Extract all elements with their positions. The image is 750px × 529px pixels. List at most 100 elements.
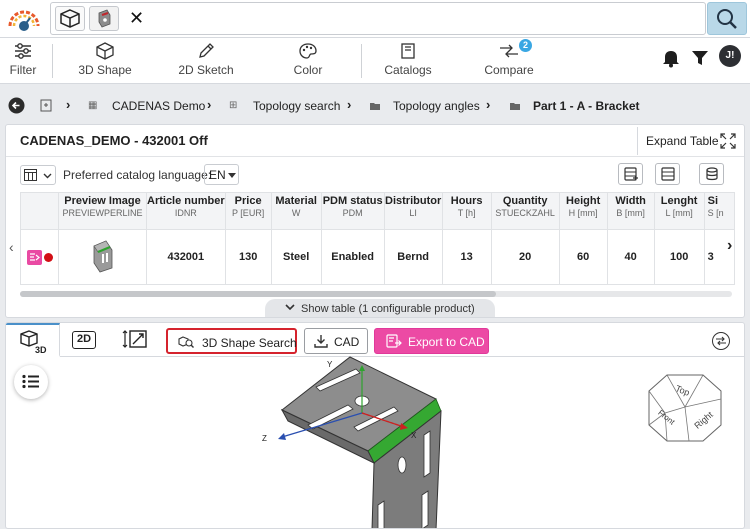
sliders-icon [15, 43, 31, 59]
scrollbar-thumb[interactable] [20, 291, 496, 297]
column-header[interactable]: PDM status PDM [320, 192, 385, 230]
breadcrumb-separator: › [486, 97, 491, 112]
row-action-header [20, 192, 59, 230]
clear-search-icon[interactable]: ✕ [129, 8, 144, 28]
search-icon [717, 9, 737, 29]
add-to-database-button[interactable] [618, 163, 643, 185]
column-header[interactable]: Lenght L [mm] [653, 192, 705, 230]
database-button[interactable] [655, 163, 680, 185]
palette-icon [299, 43, 317, 59]
breadcrumb-item[interactable]: CADENAS Demo [112, 99, 205, 113]
compare-label: Compare [484, 63, 534, 77]
3d-view-icon: 3D [20, 330, 47, 355]
structure-list-button[interactable] [14, 365, 48, 399]
tab-2d[interactable]: 2D [64, 323, 104, 357]
dropdown-caret-icon [228, 173, 236, 178]
shape-search-label: 3D Shape Search [202, 336, 297, 350]
search-input[interactable]: ✕ [50, 2, 706, 35]
shape-chip-part[interactable] [89, 6, 119, 31]
product-table-card: CADENAS_DEMO - 432001 Off Expand Table P… [5, 124, 745, 318]
table-row[interactable]: 432001 130 Steel Enabled Bernd 13 20 60 … [20, 229, 735, 285]
breadcrumb-separator: › [207, 97, 212, 112]
cad-label: CAD [334, 335, 360, 349]
table-scroll-right-icon[interactable]: › [727, 237, 732, 255]
export-cad-icon [386, 334, 402, 348]
column-header[interactable]: Si S [n [703, 192, 735, 230]
chevron-down-icon [285, 304, 295, 311]
navigation-cube[interactable]: Top Right Front [645, 369, 725, 447]
home-page-icon[interactable] [40, 99, 52, 112]
table-cell: 100 [653, 229, 705, 285]
user-avatar[interactable]: J! [719, 45, 741, 67]
database-stack-button[interactable] [699, 163, 724, 185]
table-cell: 13 [441, 229, 492, 285]
catalog-grid-icon: ▦ [88, 100, 98, 111]
status-dot-icon [43, 252, 53, 262]
breadcrumb: › ▦ CADENAS Demo › ⊞ Topology search › T… [0, 90, 750, 122]
expand-table-button[interactable]: Expand Table [637, 127, 744, 155]
cad-download-button[interactable]: CAD [304, 328, 368, 354]
cad-viewer: 3D 2D 3D Shape Search CAD Export to CAD … [5, 322, 745, 529]
2d-view-icon: 2D [72, 331, 96, 349]
3d-shape-button[interactable]: 3D Shape [75, 40, 135, 82]
toolbar-divider [361, 44, 362, 78]
color-label: Color [293, 63, 323, 77]
column-header[interactable]: Material W [270, 192, 322, 230]
export-to-cad-button[interactable]: Export to CAD [374, 328, 489, 354]
catalogs-button[interactable]: Catalogs [383, 40, 433, 82]
database-icon [661, 167, 675, 181]
table-horizontal-scrollbar[interactable] [20, 291, 732, 297]
table-cell: Steel [270, 229, 322, 285]
language-select[interactable]: EN [204, 164, 239, 185]
row-actions [20, 229, 59, 285]
filter-button[interactable]: Filter [6, 40, 40, 82]
3d-shape-label: 3D Shape [78, 63, 132, 77]
table-cell: 60 [558, 229, 608, 285]
column-header[interactable]: Preview Image PREVIEWPERLINE [58, 192, 147, 230]
column-picker[interactable] [20, 165, 56, 185]
partcommunity-logo[interactable] [4, 6, 44, 34]
table-cell: 432001 [146, 229, 226, 285]
tab-3d[interactable]: 3D [6, 323, 60, 357]
color-button[interactable]: Color [290, 40, 326, 82]
2d-sketch-label: 2D Sketch [178, 63, 234, 77]
2d-sketch-button[interactable]: 2D Sketch [175, 40, 237, 82]
export-cad-icon[interactable] [26, 249, 42, 265]
column-header[interactable]: Height H [mm] [558, 192, 608, 230]
product-table: Preview Image PREVIEWPERLINE Article numb… [20, 192, 735, 285]
card-title: CADENAS_DEMO - 432001 Off [20, 133, 208, 148]
column-header[interactable]: Article number IDNR [146, 192, 226, 230]
list-icon [22, 374, 39, 389]
column-header[interactable]: Quantity STUECKZAHL [490, 192, 560, 230]
table-header-row: Preview Image PREVIEWPERLINE Article numb… [20, 192, 735, 230]
column-header[interactable]: Distributor LI [383, 192, 443, 230]
column-header[interactable]: Price P [EUR] [224, 192, 272, 230]
breadcrumb-item[interactable]: Topology angles [393, 99, 480, 113]
column-header[interactable]: Width B [mm] [606, 192, 655, 230]
viewer-options-button[interactable] [712, 332, 730, 350]
table-columns-icon [24, 169, 37, 181]
table-cell: 40 [606, 229, 655, 285]
3d-part-model[interactable]: Y X Z [254, 355, 454, 529]
table-cell: Enabled [320, 229, 385, 285]
breadcrumb-item[interactable]: Topology search [253, 99, 340, 113]
tab-measure[interactable] [116, 323, 156, 357]
measure-dimensions-icon [122, 330, 147, 348]
table-scroll-left-icon[interactable]: ‹ [9, 239, 14, 255]
table-cell: Bernd [383, 229, 443, 285]
expand-icon [720, 133, 736, 149]
main-toolbar: Filter 3D Shape 2D Sketch Color Catalogs… [0, 38, 750, 84]
column-header[interactable]: Hours T [h] [441, 192, 492, 230]
back-arrow-icon[interactable] [8, 97, 25, 114]
search-button[interactable] [707, 2, 747, 35]
show-table-toggle[interactable]: Show table (1 configurable product) [265, 299, 495, 317]
table-cell: 20 [490, 229, 560, 285]
filter-label: Filter [9, 63, 37, 77]
bell-icon[interactable] [662, 48, 680, 68]
filter-funnel-icon[interactable] [691, 49, 709, 67]
svg-text:3D: 3D [35, 345, 47, 355]
preview-image-cell[interactable] [58, 229, 147, 285]
table-cell: 130 [224, 229, 272, 285]
shape-chip-cube[interactable] [55, 6, 85, 31]
3d-shape-search-button[interactable]: 3D Shape Search [166, 328, 297, 354]
